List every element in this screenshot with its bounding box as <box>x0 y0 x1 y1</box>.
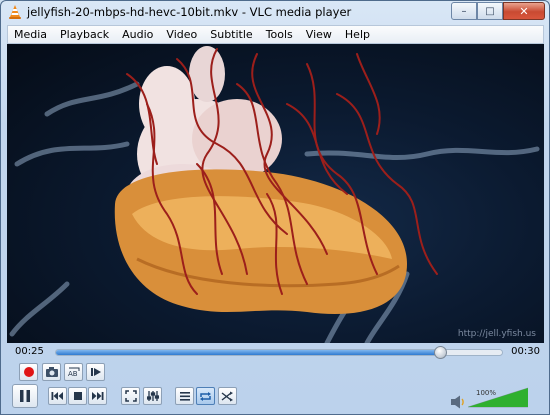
menu-video[interactable]: Video <box>160 28 204 41</box>
extended-settings-button[interactable] <box>143 387 162 405</box>
window-title: jellyfish-20-mbps-hd-hevc-10bit.mkv - VL… <box>27 5 352 19</box>
menu-playback[interactable]: Playback <box>54 28 116 41</box>
speaker-icon[interactable] <box>450 394 466 410</box>
total-time: 00:30 <box>511 346 540 357</box>
video-area[interactable]: http://jell.yfish.us <box>7 44 544 343</box>
previous-button[interactable] <box>48 387 67 405</box>
close-button[interactable]: ✕ <box>503 2 545 20</box>
loop-ab-button[interactable]: AB <box>64 363 83 381</box>
volume-percent: 100% <box>476 389 497 397</box>
seek-progress <box>56 350 440 355</box>
title-bar[interactable]: jellyfish-20-mbps-hd-hevc-10bit.mkv - VL… <box>1 1 549 23</box>
next-button[interactable] <box>88 387 107 405</box>
menu-tools[interactable]: Tools <box>260 28 300 41</box>
vlc-window: jellyfish-20-mbps-hd-hevc-10bit.mkv - VL… <box>0 0 550 415</box>
window-controls: – □ ✕ <box>451 2 545 20</box>
menu-help[interactable]: Help <box>339 28 377 41</box>
previous-icon <box>51 392 63 400</box>
playlist-icon <box>179 391 190 401</box>
record-button[interactable] <box>19 363 38 381</box>
minimize-button[interactable]: – <box>451 2 477 20</box>
svg-text:AB: AB <box>68 370 78 378</box>
menu-subtitle[interactable]: Subtitle <box>204 28 259 41</box>
next-icon <box>92 392 104 400</box>
loop-ab-icon: AB <box>68 367 79 378</box>
playlist-button[interactable] <box>175 387 194 405</box>
play-pause-button[interactable] <box>12 384 38 408</box>
record-icon <box>23 367 34 377</box>
menu-media[interactable]: Media <box>8 28 54 41</box>
loop-icon <box>200 391 211 401</box>
maximize-button[interactable]: □ <box>477 2 503 20</box>
extended-settings-icon <box>146 391 159 401</box>
stop-icon <box>73 392 82 400</box>
fullscreen-icon <box>124 390 137 402</box>
menu-view[interactable]: View <box>300 28 339 41</box>
shuffle-button[interactable] <box>218 387 237 405</box>
menu-bar: Media Playback Audio Video Subtitle Tool… <box>7 25 544 44</box>
shuffle-icon <box>221 391 233 401</box>
menu-audio[interactable]: Audio <box>116 28 160 41</box>
loop-button[interactable] <box>196 387 215 405</box>
video-watermark: http://jell.yfish.us <box>457 329 536 339</box>
stop-button[interactable] <box>68 387 87 405</box>
camera-icon <box>45 367 58 377</box>
frame-step-button[interactable] <box>86 363 105 381</box>
seek-bar[interactable] <box>55 346 503 359</box>
vlc-cone-icon <box>9 5 21 19</box>
frame-step-icon <box>90 368 101 376</box>
pause-icon <box>20 390 30 402</box>
seek-handle[interactable] <box>433 346 447 359</box>
fullscreen-button[interactable] <box>121 387 140 405</box>
jellyfish-frame <box>9 46 540 343</box>
seek-row: 00:25 00:30 <box>7 345 544 361</box>
elapsed-time: 00:25 <box>15 346 44 357</box>
snapshot-button[interactable] <box>42 363 61 381</box>
